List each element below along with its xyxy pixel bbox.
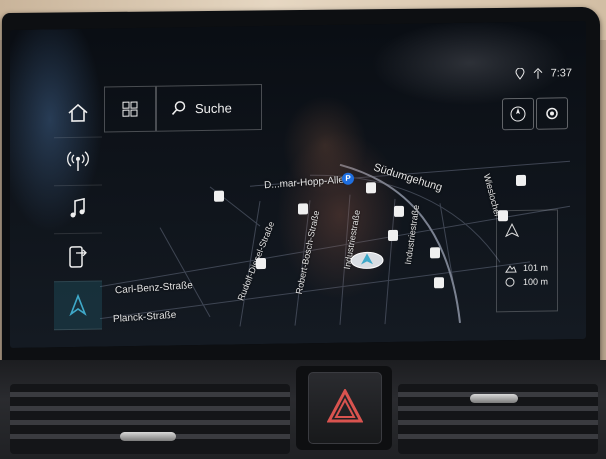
home-icon: [68, 103, 88, 122]
vent-slider[interactable]: [470, 394, 518, 403]
poi-marker[interactable]: [214, 190, 224, 202]
altitude-icon: [505, 265, 517, 273]
vent-slider[interactable]: [120, 432, 176, 441]
search-label: Suche: [195, 100, 232, 116]
sidebar-item-music[interactable]: [54, 184, 102, 235]
poi-marker[interactable]: [394, 205, 404, 217]
direction-arrow-icon: [505, 223, 519, 238]
sidebar-item-navigation[interactable]: [54, 280, 102, 331]
poi-marker[interactable]: [366, 182, 376, 194]
scale-icon: [505, 277, 515, 287]
music-icon: [70, 197, 85, 218]
hazard-button[interactable]: [308, 372, 382, 444]
poi-marker[interactable]: [256, 257, 266, 270]
poi-marker[interactable]: [298, 203, 308, 215]
poi-marker[interactable]: [516, 174, 526, 187]
vehicle-position-icon: [350, 251, 384, 269]
menu-grid-button[interactable]: [104, 85, 156, 133]
sidebar-item-radio[interactable]: [54, 136, 102, 187]
poi-marker[interactable]: [388, 229, 398, 242]
scale-bottom-value: 100 m: [523, 276, 549, 287]
map-info-panel: 101 m 100 m: [496, 209, 558, 313]
clock: 7:37: [550, 67, 572, 80]
poi-marker[interactable]: [430, 247, 440, 259]
grid-icon: [122, 101, 138, 117]
sidebar-item-home[interactable]: [54, 88, 102, 139]
hazard-warning-icon: [327, 389, 363, 423]
map-settings-button[interactable]: [536, 97, 568, 130]
scale-top-value: 101 m: [523, 262, 549, 273]
status-bar: 7:37: [515, 67, 572, 80]
compass-icon: [510, 106, 526, 122]
gear-icon: [546, 107, 558, 120]
location-pin-icon: [515, 67, 525, 80]
air-vent-left: [10, 384, 290, 454]
sidebar-item-phone[interactable]: [54, 232, 102, 283]
search-button[interactable]: Suche: [156, 84, 262, 132]
compass-button[interactable]: [502, 97, 534, 131]
poi-marker[interactable]: [434, 277, 444, 289]
navigation-icon: [69, 293, 87, 317]
search-icon: [171, 101, 186, 115]
infotainment-screen: Suche 7:37 D...mar-Hopp-Allee Südumgehun…: [10, 20, 586, 348]
signal-icon: [533, 68, 542, 79]
radio-icon: [67, 151, 89, 171]
air-vent-right: [398, 384, 598, 454]
phone-icon: [69, 246, 87, 268]
